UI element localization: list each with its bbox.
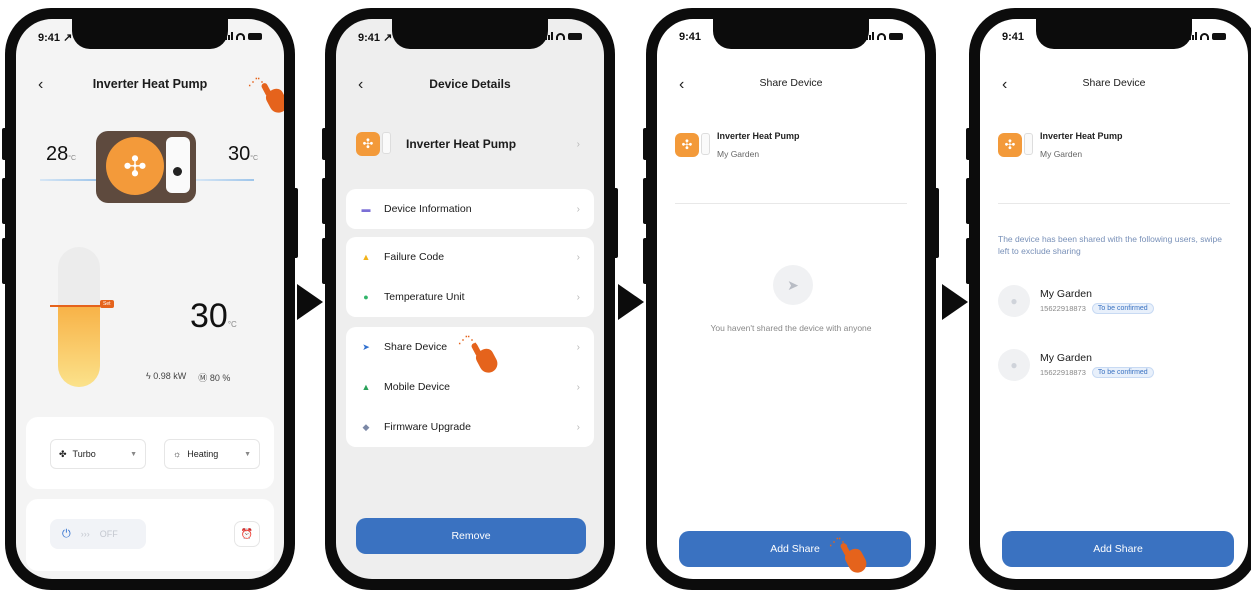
heat-pump-illustration: ✣ bbox=[96, 131, 196, 203]
temperature-gauge[interactable] bbox=[58, 247, 100, 387]
avatar-icon: ● bbox=[998, 349, 1030, 381]
divider bbox=[675, 203, 907, 204]
status-icons bbox=[866, 32, 903, 40]
status-badge: To be confirmed bbox=[1091, 303, 1154, 314]
page-title: Device Details bbox=[429, 77, 511, 91]
shared-user-row[interactable]: ● My Garden 15622918873 To be confirmed bbox=[998, 285, 1154, 317]
send-icon: ➤ bbox=[773, 265, 813, 305]
chevron-right-icon: › bbox=[576, 203, 580, 215]
menu-item-device-information[interactable]: ▬ Device Information › bbox=[346, 189, 594, 229]
phone-frame-4: 9:41 ‹ Share Device ✣ Inverter Heat Pump… bbox=[966, 8, 1251, 590]
heat-mode-dropdown[interactable]: ☼ Heating ▼ bbox=[164, 439, 260, 469]
caret-down-icon: ▼ bbox=[130, 450, 137, 458]
chevron-right-icon: › bbox=[576, 251, 580, 263]
chevron-right-icon: › bbox=[576, 381, 580, 393]
control-panel-icon bbox=[166, 137, 190, 193]
send-icon: ➤ bbox=[362, 341, 370, 352]
percent-stat: Ⓜ 80 % bbox=[198, 373, 231, 383]
upgrade-icon: ◆ bbox=[362, 421, 370, 432]
alarm-clock-icon[interactable]: ⏰ bbox=[234, 521, 260, 547]
settings-card: ▲ Failure Code › ● Temperature Unit › bbox=[346, 237, 594, 317]
share-info-text: The device has been shared with the foll… bbox=[998, 234, 1222, 256]
menu-item-share-device[interactable]: ➤ Share Device › bbox=[346, 327, 594, 367]
remove-button[interactable]: Remove bbox=[356, 518, 586, 554]
share-device-list-screen: 9:41 ‹ Share Device ✣ Inverter Heat Pump… bbox=[980, 19, 1248, 579]
fan-icon: ✤ bbox=[59, 448, 67, 459]
page-title: Inverter Heat Pump bbox=[92, 77, 208, 91]
mobile-icon: ▲ bbox=[361, 382, 371, 392]
phone-frame-1: 9:41 ↗ ‹ Inverter Heat Pump ⋰⋱ 28°C 30°C… bbox=[2, 8, 298, 590]
shared-user-row[interactable]: ● My Garden 15622918873 To be confirmed bbox=[998, 349, 1154, 381]
info-icon: ▬ bbox=[361, 204, 371, 214]
divider bbox=[998, 203, 1230, 204]
device-header: ✣ Inverter Heat Pump My Garden bbox=[998, 131, 1123, 159]
status-badge: To be confirmed bbox=[1091, 367, 1154, 378]
gauge-fill bbox=[58, 305, 100, 387]
status-time: 9:41 ↗ bbox=[358, 32, 393, 44]
stats-row: ϟ 0.98 kW Ⓜ 80 % bbox=[146, 371, 230, 384]
status-time: 9:41 bbox=[1002, 31, 1025, 43]
set-point-badge: Set bbox=[100, 300, 114, 308]
power-icon: ⏻ bbox=[62, 527, 71, 540]
heat-pump-icon: ✣ bbox=[998, 131, 1034, 159]
status-icons bbox=[225, 32, 262, 40]
menu-item-mobile-device[interactable]: ▲ Mobile Device › bbox=[346, 367, 594, 407]
step-arrow-2 bbox=[618, 284, 644, 320]
share-device-empty-screen: 9:41 ‹ Share Device ✣ Inverter Heat Pump… bbox=[657, 19, 925, 579]
heat-pump-icon: ✣ bbox=[675, 131, 711, 159]
avatar-icon: ● bbox=[998, 285, 1030, 317]
device-header: ✣ Inverter Heat Pump My Garden bbox=[675, 131, 800, 159]
chevron-right-icon: › bbox=[576, 341, 580, 353]
water-temp: 30°C bbox=[228, 143, 259, 165]
step-arrow-1 bbox=[297, 284, 323, 320]
heat-pump-control-screen: 9:41 ↗ ‹ Inverter Heat Pump ⋰⋱ 28°C 30°C… bbox=[16, 19, 284, 579]
menu-item-temperature-unit[interactable]: ● Temperature Unit › bbox=[346, 277, 594, 317]
device-location: My Garden bbox=[717, 149, 760, 159]
current-temp: 30°C bbox=[190, 297, 237, 335]
bolt-icon: ϟ bbox=[146, 371, 151, 381]
device-name: Inverter Heat Pump bbox=[717, 131, 800, 141]
chevron-right-icon: › bbox=[576, 138, 580, 150]
device-details-screen: 9:41 ↗ ‹ Device Details ✣ Inverter Heat … bbox=[336, 19, 604, 579]
device-header[interactable]: ✣ Inverter Heat Pump › bbox=[346, 119, 594, 169]
chevron-right-icon: › bbox=[576, 291, 580, 303]
device-location: My Garden bbox=[1040, 149, 1083, 159]
menu-item-failure-code[interactable]: ▲ Failure Code › bbox=[346, 237, 594, 277]
menu-item-firmware-upgrade[interactable]: ◆ Firmware Upgrade › bbox=[346, 407, 594, 447]
fan-icon: ✣ bbox=[106, 137, 164, 195]
outdoor-temp: 28°C bbox=[46, 143, 77, 165]
status-time: 9:41 bbox=[679, 31, 702, 43]
phone-frame-2: 9:41 ↗ ‹ Device Details ✣ Inverter Heat … bbox=[322, 8, 618, 590]
caret-down-icon: ▼ bbox=[244, 450, 251, 458]
tap-hand-icon bbox=[263, 86, 284, 116]
step-arrow-3 bbox=[942, 284, 968, 320]
fan-mode-dropdown[interactable]: ✤ Turbo ▼ bbox=[50, 439, 146, 469]
page-title: Share Device bbox=[759, 77, 823, 89]
power-stat: ϟ 0.98 kW bbox=[146, 371, 187, 381]
sun-icon: ☼ bbox=[173, 449, 182, 459]
info-card: ▬ Device Information › bbox=[346, 189, 594, 229]
add-share-button[interactable]: Add Share bbox=[679, 531, 911, 567]
page-title: Share Device bbox=[1082, 77, 1146, 89]
heat-pump-icon: ✣ bbox=[356, 130, 392, 158]
set-point-line[interactable] bbox=[50, 305, 100, 307]
status-time: 9:41 ↗ bbox=[38, 32, 73, 44]
warning-icon: ▲ bbox=[361, 252, 371, 262]
power-slider[interactable]: ⏻ ››› OFF bbox=[50, 519, 146, 549]
thermometer-icon: ● bbox=[363, 292, 369, 302]
chevron-right-icon: › bbox=[576, 421, 580, 433]
add-share-button[interactable]: Add Share bbox=[1002, 531, 1234, 567]
empty-state-text: You haven't shared the device with anyon… bbox=[710, 323, 872, 333]
phone-frame-3: 9:41 ‹ Share Device ✣ Inverter Heat Pump… bbox=[643, 8, 939, 590]
device-name: Inverter Heat Pump bbox=[1040, 131, 1123, 141]
status-icons bbox=[1189, 32, 1226, 40]
meter-icon: Ⓜ bbox=[198, 373, 208, 383]
inflow-line bbox=[40, 179, 98, 181]
outflow-line bbox=[196, 179, 254, 181]
status-icons bbox=[545, 32, 582, 40]
